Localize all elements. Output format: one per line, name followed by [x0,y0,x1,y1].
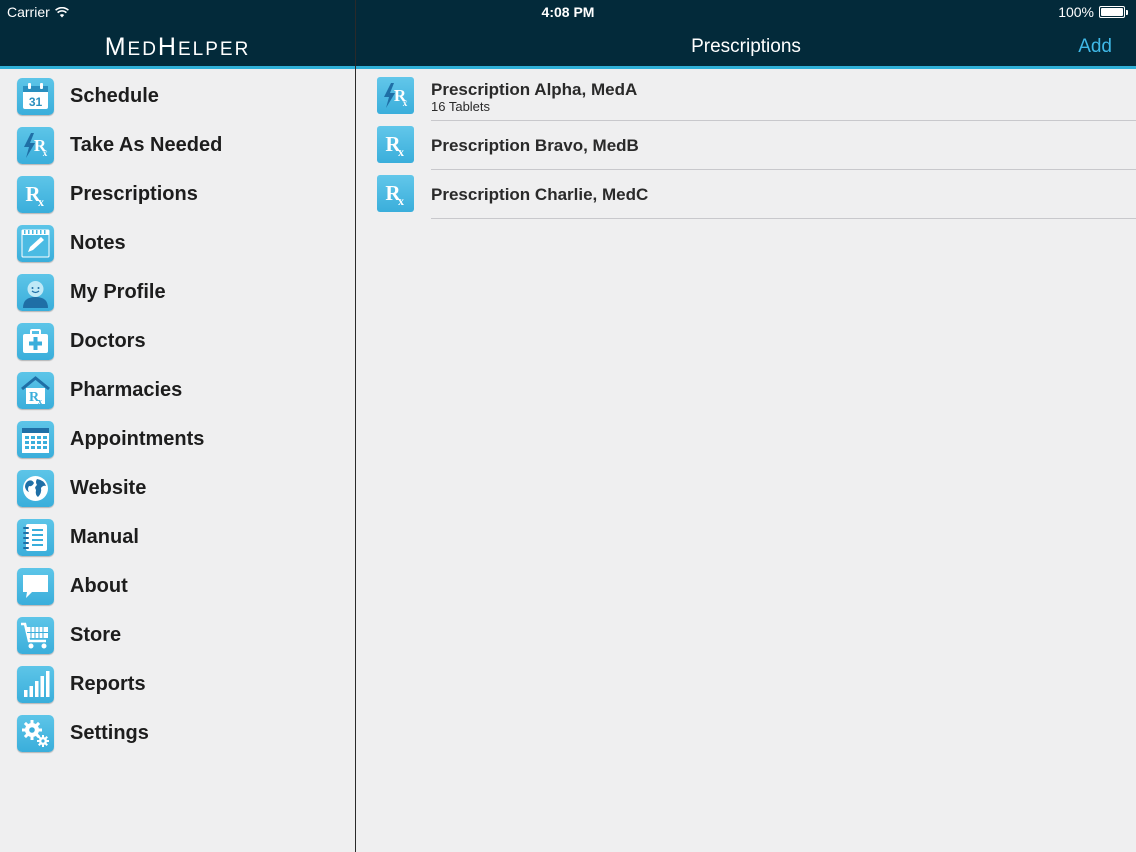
status-bar: Carrier 4:08 PM 100% [0,0,1136,24]
medhelper-logo: MEDHELPER [104,33,251,61]
sidebar-menu: 31 Schedule R x Take As Needed R x Presc… [0,72,355,852]
add-button[interactable]: Add [1078,36,1112,58]
sidebar-item-manual[interactable]: Manual [0,513,355,561]
battery-icon [1099,6,1125,18]
prescription-name: Prescription Alpha, MedA [431,80,638,99]
sidebar-header: MEDHELPER [0,24,355,69]
bar-chart-icon [17,665,54,703]
prescription-list: R x Prescription Alpha, MedA 16 Tablets … [356,72,1136,852]
notepad-icon [17,224,54,262]
sidebar-item-about[interactable]: About [0,562,355,610]
medical-bag-icon [17,322,54,360]
calendar-icon: 31 [17,77,54,115]
sidebar-item-label: About [70,574,128,597]
sidebar-item-doctors[interactable]: Doctors [0,317,355,365]
sidebar-item-label: Notes [70,231,126,254]
rx-lightning-icon: R x [17,126,54,164]
sidebar-item-website[interactable]: Website [0,464,355,512]
cart-icon [17,616,54,654]
svg-text:x: x [398,194,404,208]
book-icon [17,518,54,556]
sidebar-item-prescriptions[interactable]: R x Prescriptions [0,170,355,218]
sidebar-item-store[interactable]: Store [0,611,355,659]
sidebar-item-reports[interactable]: Reports [0,660,355,708]
sidebar-item-pharmacies[interactable]: R x Pharmacies [0,366,355,414]
person-icon [17,273,54,311]
sidebar-item-label: Pharmacies [70,378,183,401]
sidebar-item-label: Manual [70,525,139,548]
sidebar-item-label: Reports [70,672,146,695]
battery-percent: 100% [1058,4,1094,20]
prescription-name: Prescription Charlie, MedC [431,185,649,204]
globe-icon [17,469,54,507]
rx-icon: R x [377,126,414,163]
pharmacy-icon: R x [17,371,54,409]
sidebar-item-label: Take As Needed [70,133,223,156]
sidebar-item-label: Schedule [70,84,159,107]
speech-bubble-icon [17,567,54,605]
sidebar-item-label: Prescriptions [70,182,198,205]
sidebar-item-my-profile[interactable]: My Profile [0,268,355,316]
sidebar-item-label: Store [70,623,122,646]
svg-text:x: x [38,397,42,406]
rx-icon: R x [377,175,414,212]
prescription-row[interactable]: R x Prescription Alpha, MedA 16 Tablets [356,72,1136,121]
prescription-name: Prescription Bravo, MedB [431,136,639,155]
sidebar-item-notes[interactable]: Notes [0,219,355,267]
prescription-row[interactable]: R x Prescription Bravo, MedB [356,121,1136,170]
appointment-calendar-icon [17,420,54,458]
sidebar-item-label: Doctors [70,329,146,352]
svg-text:x: x [403,98,408,108]
prescription-row[interactable]: R x Prescription Charlie, MedC [356,170,1136,219]
svg-text:x: x [43,148,48,158]
prescription-detail: 16 Tablets [431,99,491,114]
sidebar-item-schedule[interactable]: 31 Schedule [0,72,355,120]
page-title: Prescriptions [691,36,801,57]
gear-icon [17,714,54,752]
sidebar-item-appointments[interactable]: Appointments [0,415,355,463]
sidebar-item-label: Appointments [70,427,205,450]
battery-indicator: 100% [1058,4,1128,20]
svg-text:x: x [398,145,404,159]
navigation-bar: Prescriptions Add [356,24,1136,69]
svg-text:31: 31 [29,95,43,109]
clock: 4:08 PM [541,4,595,20]
rx-icon: R x [17,175,54,213]
sidebar-item-settings[interactable]: Settings [0,709,355,757]
sidebar-item-label: Settings [70,721,149,744]
sidebar-item-label: Website [70,476,147,499]
svg-text:x: x [38,195,44,209]
rx-lightning-icon: R x [377,77,414,114]
sidebar-item-label: My Profile [70,280,166,303]
sidebar-item-take-as-needed[interactable]: R x Take As Needed [0,121,355,169]
